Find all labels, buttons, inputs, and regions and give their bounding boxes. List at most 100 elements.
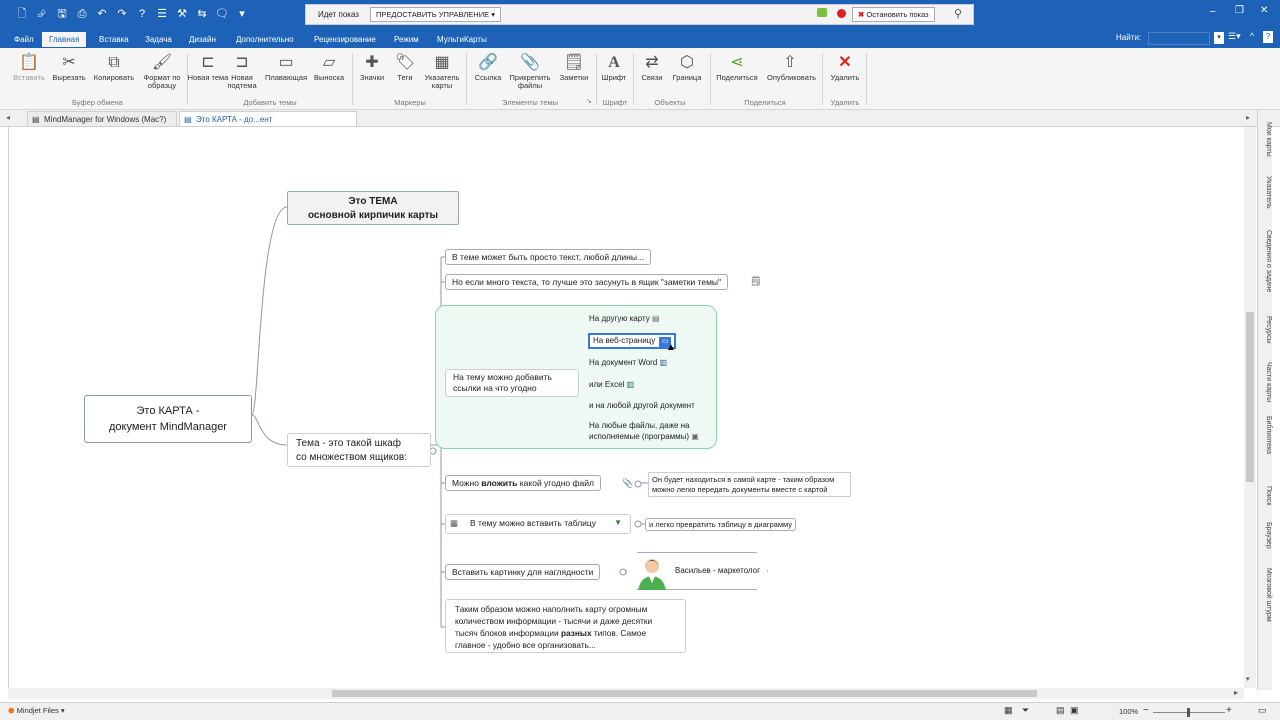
format-painter-button[interactable]: 🖌 Формат по образцу bbox=[139, 52, 185, 98]
callout-button[interactable]: ▱ Выноска bbox=[306, 52, 352, 98]
attach-note[interactable]: Он будет находиться в самой карте - таки… bbox=[648, 472, 851, 497]
mindjet-files-menu[interactable]: ⬣ Mindjet Files ▾ bbox=[8, 706, 65, 715]
tab-review[interactable]: Рецензирование bbox=[307, 32, 383, 47]
map-canvas[interactable]: Это КАРТА - документ MindManager Это ТЕМ… bbox=[8, 127, 1244, 688]
minimize-button[interactable]: – bbox=[1210, 6, 1216, 17]
sidebar-item-my-maps[interactable]: Мои карты bbox=[1259, 122, 1272, 157]
tab-multimaps[interactable]: МультиКарты bbox=[430, 32, 494, 47]
sidebar-item-browser[interactable]: Браузер bbox=[1259, 522, 1272, 549]
open-icon[interactable]: ⮵ bbox=[34, 6, 50, 22]
sidebar-item-index[interactable]: Указатель bbox=[1259, 176, 1272, 209]
help-icon[interactable]: ? bbox=[134, 6, 150, 22]
tabs-scroll-right-icon[interactable]: ▸ bbox=[1246, 113, 1250, 122]
publish-button[interactable]: ⇧ Опубликовать bbox=[767, 52, 816, 98]
arrange-icon[interactable]: ⇆ bbox=[194, 6, 210, 22]
view-icon[interactable]: ▦ bbox=[1004, 705, 1013, 716]
doc-tab-windows[interactable]: ▤ MindManager for Windows (Mac?) bbox=[27, 111, 177, 126]
customize-icon[interactable]: ▾ bbox=[234, 6, 250, 22]
stop-show-button[interactable]: ✖ Остановить показ bbox=[852, 7, 935, 22]
topic-cabinet[interactable]: Тема - это такой шкаф со множеством ящик… bbox=[287, 433, 431, 467]
comment-icon[interactable]: 🗨 bbox=[214, 6, 230, 22]
sidebar-item-task-info[interactable]: Сведения о задаче bbox=[1259, 230, 1272, 292]
link-any-doc[interactable]: и на любой другой документ bbox=[589, 400, 695, 412]
vertical-scrollbar[interactable]: ▾ bbox=[1244, 127, 1256, 688]
restore-button[interactable]: ❐ bbox=[1235, 5, 1244, 16]
save-icon[interactable]: 🖫 bbox=[54, 6, 70, 22]
subtopic-summary[interactable]: Таким образом можно наполнить карту огро… bbox=[445, 599, 686, 653]
cut-button[interactable]: ✂ Вырезать bbox=[46, 52, 92, 98]
new-subtopic-button[interactable]: ⊐ Новая подтема bbox=[219, 52, 265, 98]
subtopic-attach-file[interactable]: Можно вложить какой угодно файл bbox=[445, 475, 601, 491]
topic-main[interactable]: Это ТЕМА основной кирпичик карты bbox=[287, 191, 459, 225]
scroll-right-icon[interactable]: ▸ bbox=[1234, 688, 1238, 697]
notes-icon[interactable]: 🗒 bbox=[750, 276, 761, 287]
tabs-scroll-left-icon[interactable]: ◂ bbox=[6, 113, 10, 122]
person-topic[interactable]: Васильев - маркетолог bbox=[626, 552, 768, 590]
link-any-files[interactable]: На любые файлы, даже на исполняемые (про… bbox=[589, 420, 699, 442]
undo-icon[interactable]: ↶ bbox=[94, 6, 110, 22]
zoom-out-icon[interactable]: − bbox=[1143, 705, 1149, 716]
link-web-page[interactable]: На веб-страницу ▭ bbox=[588, 333, 677, 349]
link-excel[interactable]: или Excel ▥ bbox=[589, 379, 634, 391]
subtopic-picture[interactable]: Вставить картинку для наглядности bbox=[445, 564, 601, 580]
share-button[interactable]: ⋖ Поделиться bbox=[714, 52, 760, 98]
central-topic[interactable]: Это КАРТА - документ MindManager bbox=[84, 395, 252, 443]
paperclip-icon: 📎 bbox=[622, 478, 634, 488]
search-input[interactable] bbox=[1148, 32, 1210, 45]
search-options-icon[interactable]: ▾ bbox=[1214, 32, 1224, 44]
horizontal-scroll-thumb[interactable] bbox=[332, 690, 1037, 697]
tab-advanced[interactable]: Дополнительно bbox=[229, 32, 301, 47]
sidebar-item-search[interactable]: Поиск bbox=[1259, 486, 1272, 505]
tab-file[interactable]: Файл bbox=[7, 32, 41, 47]
horizontal-scrollbar[interactable]: ▸ bbox=[8, 688, 1244, 699]
doc-tab-current[interactable]: ▤Это КАРТА - до...ент MindManager⊡✕ bbox=[179, 111, 357, 139]
floating-topic-button[interactable]: ▭ Плавающая bbox=[263, 52, 309, 98]
vertical-scroll-thumb[interactable] bbox=[1246, 312, 1254, 482]
tab-home[interactable]: Главная bbox=[42, 32, 87, 47]
zoom-slider-thumb[interactable] bbox=[1187, 708, 1190, 717]
font-group-label: Шрифт bbox=[602, 98, 628, 107]
attach-files-button[interactable]: 📎 Прикрепить файлы bbox=[507, 52, 553, 98]
filter-icon[interactable]: ⏷ bbox=[1022, 705, 1029, 716]
tools-icon[interactable]: ⚒ bbox=[174, 6, 190, 22]
layout-view-icon[interactable]: ▤ bbox=[1056, 705, 1065, 716]
sidebar-item-resources[interactable]: Ресурсы bbox=[1259, 316, 1272, 344]
tab-insert[interactable]: Вставка bbox=[92, 32, 136, 47]
tab-task[interactable]: Задача bbox=[138, 32, 179, 47]
subtopic-table[interactable]: ▦ В тему можно вставить таблицу ▼ bbox=[445, 514, 631, 534]
ribbon-options-icon[interactable]: ☰▾ bbox=[1228, 31, 1241, 42]
pin-icon[interactable]: ⚲ bbox=[954, 7, 962, 20]
layout-icon[interactable]: ☰ bbox=[154, 6, 170, 22]
give-control-button[interactable]: ПРЕДОСТАВИТЬ УПРАВЛЕНИЕ ▾ bbox=[370, 7, 501, 22]
copy-button[interactable]: ⧉ Копировать bbox=[91, 52, 137, 98]
sidebar-item-map-parts[interactable]: Части карты bbox=[1259, 362, 1272, 402]
close-button[interactable]: ✕ bbox=[1260, 5, 1268, 16]
dialog-launcher-icon[interactable]: ↘ bbox=[586, 97, 592, 105]
new-icon[interactable]: 🗋 bbox=[14, 6, 30, 22]
tab-design[interactable]: Дизайн bbox=[182, 32, 223, 47]
panel-toggle-icon[interactable]: ▭ bbox=[1258, 705, 1267, 716]
zoom-in-icon[interactable]: + bbox=[1226, 705, 1232, 716]
boundary-button[interactable]: ⬡ Граница bbox=[664, 52, 710, 98]
table-note[interactable]: и легко превратить таблицу в диаграмму bbox=[645, 518, 796, 531]
link-word-doc[interactable]: На документ Word ▥ bbox=[589, 357, 667, 369]
map-index-button[interactable]: ▦ Указатель карты bbox=[419, 52, 465, 98]
chat-icon[interactable] bbox=[817, 8, 827, 17]
subtopic-links[interactable]: На тему можно добавить ссылки на что уго… bbox=[445, 369, 579, 397]
sidebar-item-brainstorm[interactable]: Мозговой штурм bbox=[1259, 568, 1272, 622]
expand-triangle-icon[interactable]: ▼ bbox=[614, 515, 622, 531]
link-other-map[interactable]: На другую карту ▤ bbox=[589, 313, 660, 325]
sidebar-item-library[interactable]: Библиотека bbox=[1259, 416, 1272, 454]
redo-icon[interactable]: ↷ bbox=[114, 6, 130, 22]
link-button[interactable]: 🔗 Ссылка bbox=[465, 52, 511, 98]
minimize-ribbon-icon[interactable]: ^ bbox=[1250, 31, 1254, 41]
fit-map-icon[interactable]: ▣ bbox=[1070, 705, 1079, 716]
help-button-icon[interactable]: ? bbox=[1263, 31, 1273, 43]
subtopic-notes-advice[interactable]: Но если много текста, то лучше это засун… bbox=[445, 274, 729, 290]
zoom-slider[interactable] bbox=[1153, 708, 1225, 717]
delete-button[interactable]: ✕ Удалить bbox=[822, 52, 868, 98]
tab-view[interactable]: Режим bbox=[387, 32, 426, 47]
print-icon[interactable]: ⎙ bbox=[74, 6, 90, 22]
subtopic-text-any-length[interactable]: В теме может быть просто текст, любой дл… bbox=[445, 249, 652, 265]
scroll-down-icon[interactable]: ▾ bbox=[1246, 675, 1250, 683]
